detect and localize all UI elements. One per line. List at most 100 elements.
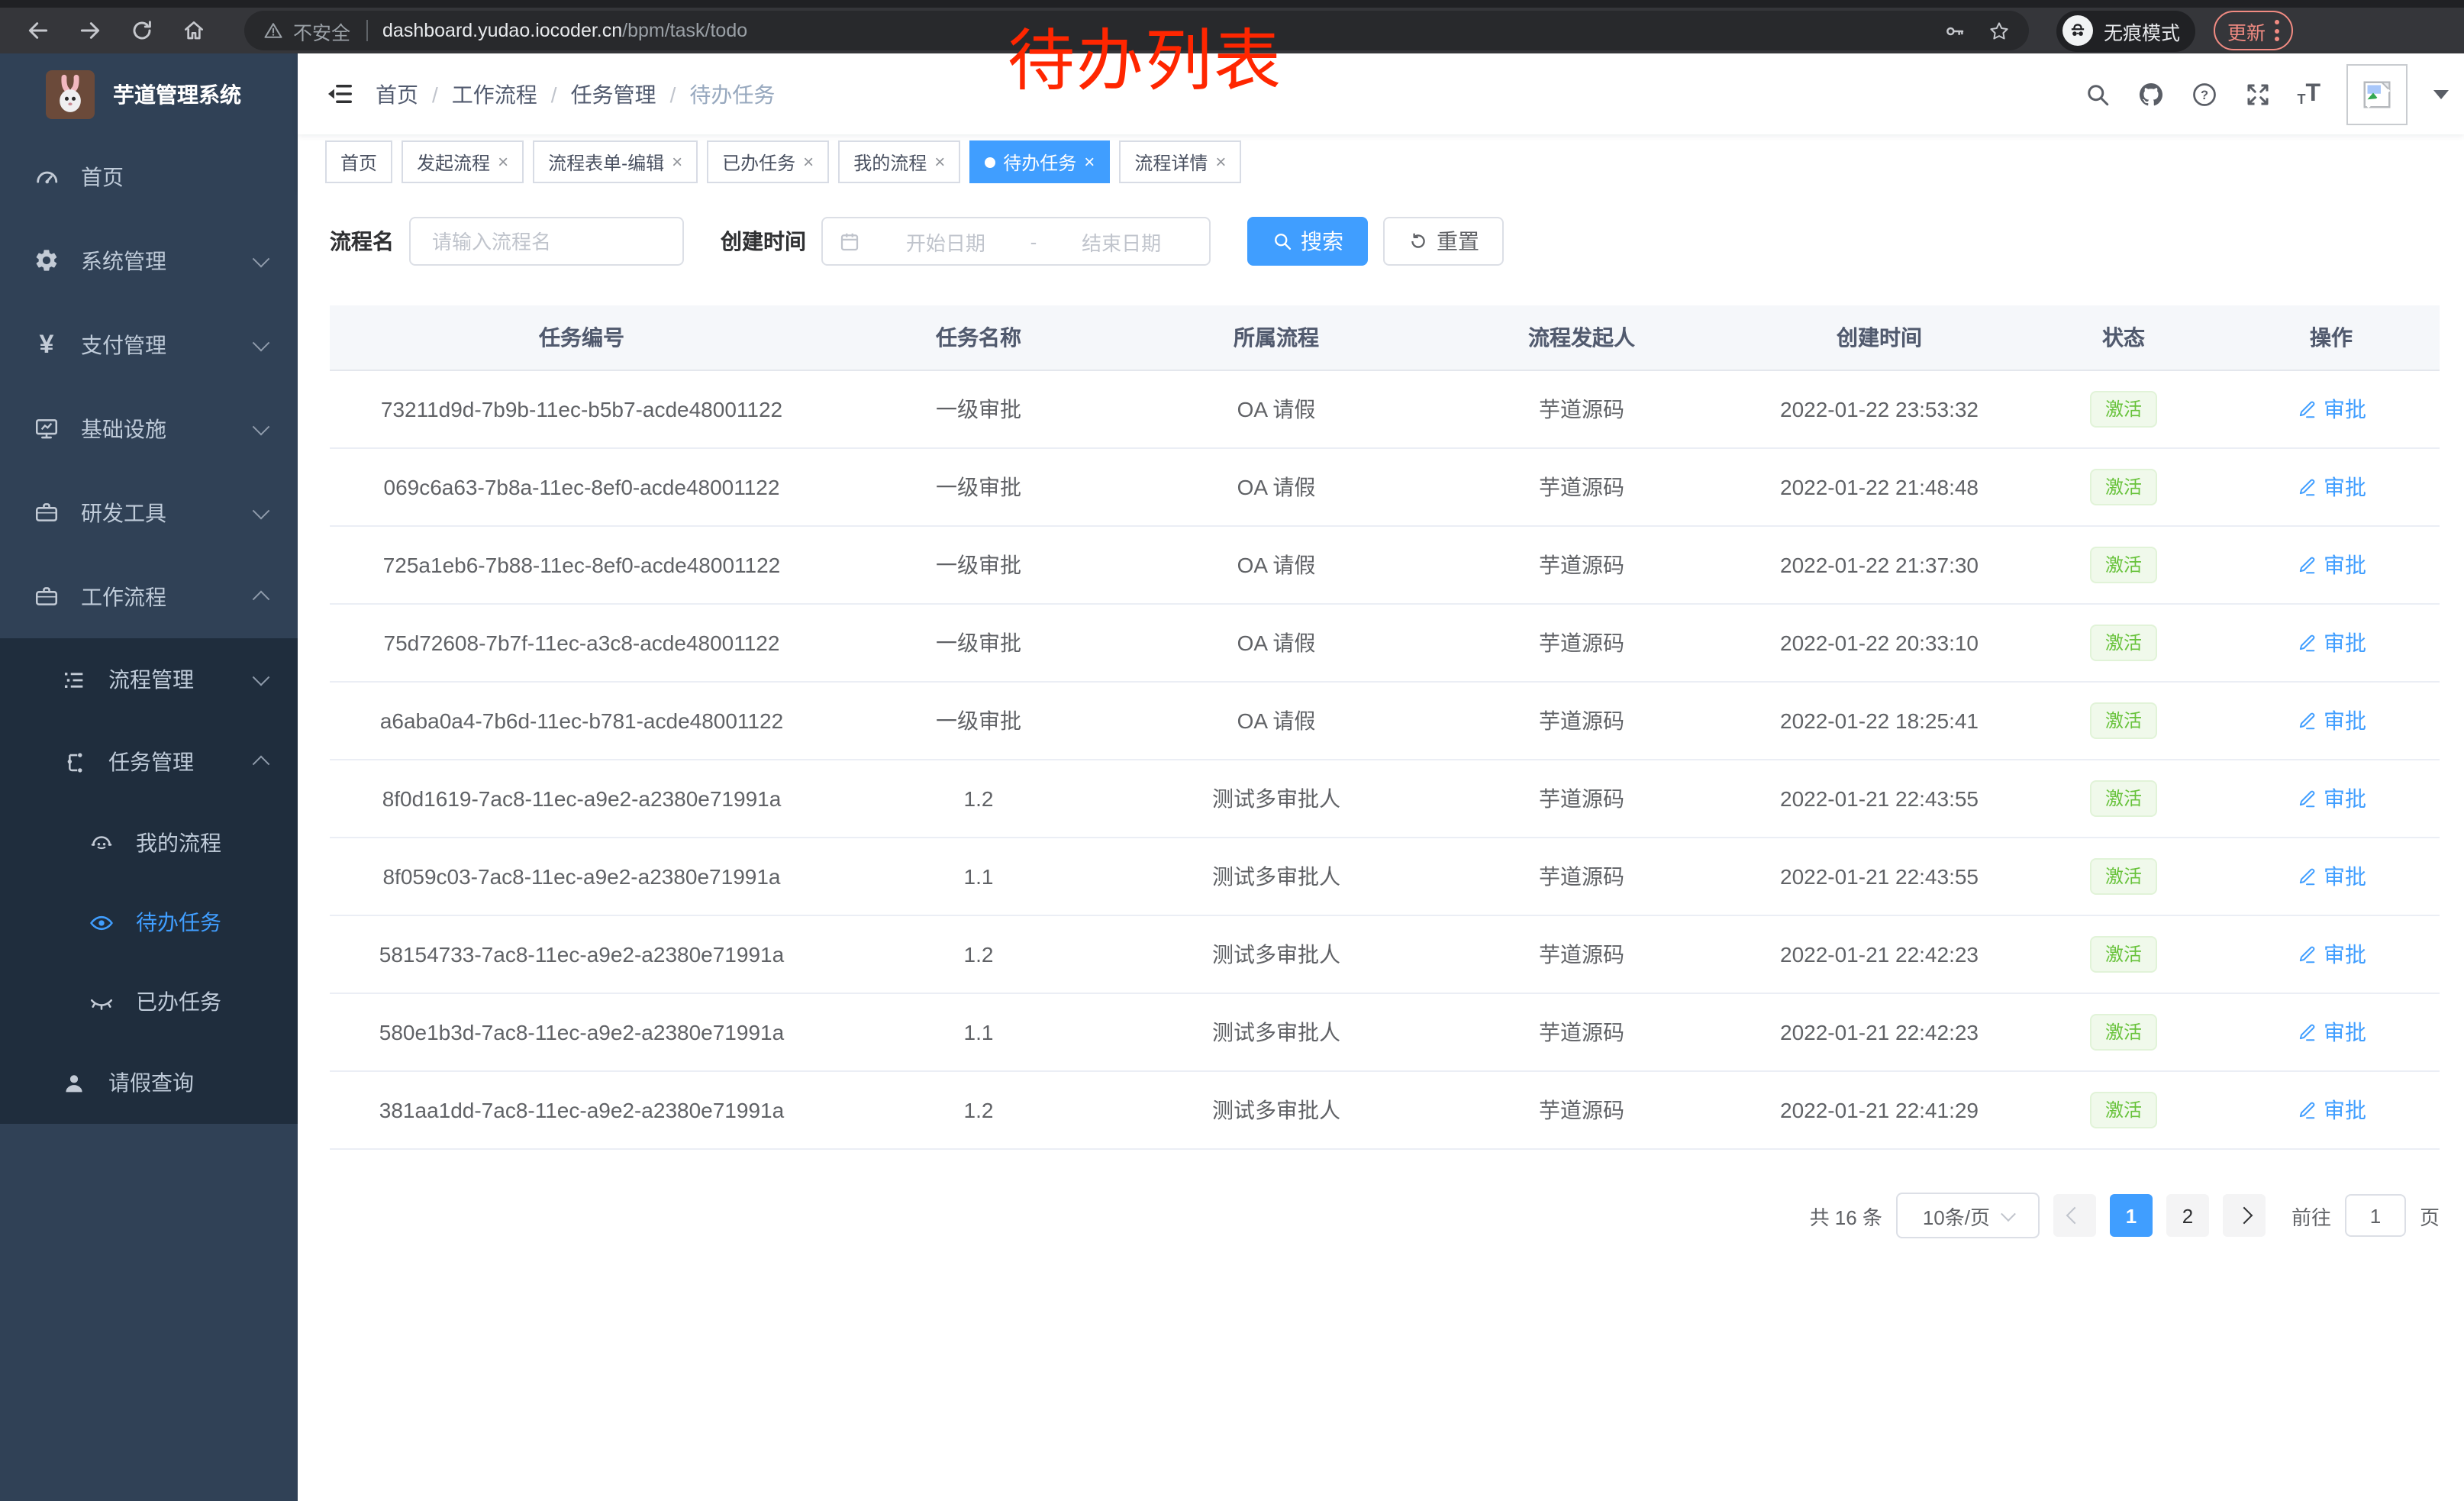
sidebar-item-my-process[interactable]: 我的流程	[0, 803, 298, 883]
create-time-label: 创建时间	[721, 226, 806, 257]
prev-page-button[interactable]	[2053, 1194, 2096, 1237]
sidebar-item-leave-query[interactable]: 请假查询	[0, 1041, 298, 1124]
approve-link[interactable]: 审批	[2296, 939, 2366, 970]
close-icon[interactable]: ×	[934, 151, 945, 173]
approve-link[interactable]: 审批	[2296, 1017, 2366, 1047]
close-icon[interactable]: ×	[1084, 151, 1095, 173]
task-name-cell: 1.1	[834, 993, 1124, 1071]
font-size-icon[interactable]: TT	[2297, 82, 2320, 106]
sidebar-item-infra[interactable]: 基础设施	[0, 386, 298, 470]
sidebar-item-workflow[interactable]: 工作流程	[0, 554, 298, 638]
process-cell: OA 请假	[1124, 526, 1429, 604]
breadcrumb-separator: /	[432, 82, 438, 106]
starter-cell: 芋道源码	[1429, 838, 1734, 915]
reset-button[interactable]: 重置	[1383, 217, 1504, 266]
breadcrumb-item-home[interactable]: 首页	[376, 79, 418, 109]
process-name-input-wrap	[409, 217, 684, 266]
chevron-down-icon	[2000, 1206, 2015, 1221]
process-name-input[interactable]	[429, 228, 664, 254]
tab-start-process[interactable]: 发起流程×	[402, 140, 524, 183]
reload-icon[interactable]	[130, 18, 154, 43]
sidebar-item-process-mgmt[interactable]: 流程管理	[0, 638, 298, 721]
approve-link[interactable]: 审批	[2296, 550, 2366, 580]
approve-link[interactable]: 审批	[2296, 628, 2366, 658]
chevron-down-icon	[253, 250, 270, 267]
back-icon[interactable]	[26, 18, 50, 43]
toolbox-icon	[34, 499, 60, 525]
avatar-caret-icon[interactable]	[2433, 89, 2449, 98]
approve-link[interactable]: 审批	[2296, 472, 2366, 502]
help-icon[interactable]	[2190, 80, 2217, 108]
process-cell: 测试多审批人	[1124, 1071, 1429, 1149]
action-cell: 审批	[2223, 448, 2440, 526]
tab-home[interactable]: 首页	[325, 140, 392, 183]
sidebar-item-todo-task[interactable]: 待办任务	[0, 883, 298, 962]
breadcrumb-item-task-mgmt[interactable]: 任务管理	[571, 79, 656, 109]
status-cell: 激活	[2024, 1071, 2223, 1149]
table-row: a6aba0a4-7b6d-11ec-b781-acde48001122 一级审…	[330, 682, 2440, 760]
task-id-cell: 58154733-7ac8-11ec-a9e2-a2380e71991a	[330, 915, 834, 993]
task-id-cell: 73211d9d-7b9b-11ec-b5b7-acde48001122	[330, 370, 834, 448]
search-icon[interactable]	[2083, 80, 2111, 108]
close-icon[interactable]: ×	[672, 151, 682, 173]
chevron-up-icon	[253, 756, 270, 773]
tab-my-process[interactable]: 我的流程×	[838, 140, 960, 183]
status-cell: 激活	[2024, 448, 2223, 526]
tab-process-form-edit[interactable]: 流程表单-编辑×	[533, 140, 698, 183]
sidebar-item-task-mgmt[interactable]: 任务管理	[0, 721, 298, 803]
github-icon[interactable]	[2137, 80, 2164, 108]
avatar[interactable]	[2346, 63, 2408, 124]
forward-icon[interactable]	[78, 18, 102, 43]
browser-tab-strip	[0, 0, 2464, 8]
chevron-up-icon	[253, 590, 270, 608]
sidebar-item-done-task[interactable]: 已办任务	[0, 962, 298, 1041]
logo-rabbit-icon	[46, 69, 95, 118]
fullscreen-icon[interactable]	[2243, 80, 2271, 108]
approve-link[interactable]: 审批	[2296, 1095, 2366, 1125]
password-key-icon[interactable]	[1943, 19, 1966, 42]
approve-link[interactable]: 审批	[2296, 394, 2366, 424]
approve-link[interactable]: 审批	[2296, 861, 2366, 892]
close-icon[interactable]: ×	[498, 151, 508, 173]
page-button-1[interactable]: 1	[2110, 1194, 2153, 1237]
page-size-select[interactable]: 10条/页	[1896, 1193, 2040, 1238]
approve-link[interactable]: 审批	[2296, 705, 2366, 736]
close-icon[interactable]: ×	[1215, 151, 1226, 173]
address-bar[interactable]: 不安全 dashboard.yudao.iocoder.cn/bpm/task/…	[244, 11, 2029, 50]
close-icon[interactable]: ×	[803, 151, 814, 173]
sidebar-item-pay[interactable]: ¥ 支付管理	[0, 302, 298, 386]
sidebar-item-system[interactable]: 系统管理	[0, 218, 298, 302]
date-range-picker[interactable]: 开始日期 - 结束日期	[821, 217, 1211, 266]
page-size-value: 10条/页	[1923, 1201, 1990, 1230]
sidebar-item-devtools[interactable]: 研发工具	[0, 470, 298, 554]
sidebar-fold-icon[interactable]	[325, 79, 354, 108]
top-navbar: 首页 / 工作流程 / 任务管理 / 待办任务 TT	[298, 53, 2464, 134]
created-cell: 2022-01-22 21:37:30	[1734, 526, 2024, 604]
yen-icon: ¥	[34, 331, 60, 357]
header-task-name: 任务名称	[834, 305, 1124, 370]
task-name-cell: 一级审批	[834, 526, 1124, 604]
next-page-button[interactable]	[2223, 1194, 2266, 1237]
bookmark-star-icon[interactable]	[1988, 19, 2011, 42]
browser-update-button[interactable]: 更新	[2214, 11, 2293, 50]
header-actions: 操作	[2223, 305, 2440, 370]
goto-page-input[interactable]	[2345, 1194, 2406, 1237]
approve-link[interactable]: 审批	[2296, 783, 2366, 814]
sidebar-item-home[interactable]: 首页	[0, 134, 298, 218]
eye-icon	[89, 909, 114, 935]
search-button[interactable]: 搜索	[1247, 217, 1368, 266]
tab-done-task[interactable]: 已办任务×	[707, 140, 829, 183]
status-badge: 激活	[2090, 469, 2157, 505]
page-button-2[interactable]: 2	[2166, 1194, 2209, 1237]
breadcrumb-item-workflow[interactable]: 工作流程	[452, 79, 537, 109]
home-icon[interactable]	[182, 18, 206, 43]
breadcrumb-separator: /	[670, 82, 676, 106]
process-cell: OA 请假	[1124, 370, 1429, 448]
task-id-cell: 725a1eb6-7b88-11ec-8ef0-acde48001122	[330, 526, 834, 604]
incognito-badge: 无痕模式	[2056, 10, 2195, 51]
tab-todo-task[interactable]: 待办任务×	[969, 140, 1110, 183]
browser-menu-icon[interactable]	[2275, 18, 2279, 43]
created-cell: 2022-01-22 23:53:32	[1734, 370, 2024, 448]
tab-process-detail[interactable]: 流程详情×	[1119, 140, 1241, 183]
app-logo[interactable]: 芋道管理系统	[0, 53, 298, 134]
